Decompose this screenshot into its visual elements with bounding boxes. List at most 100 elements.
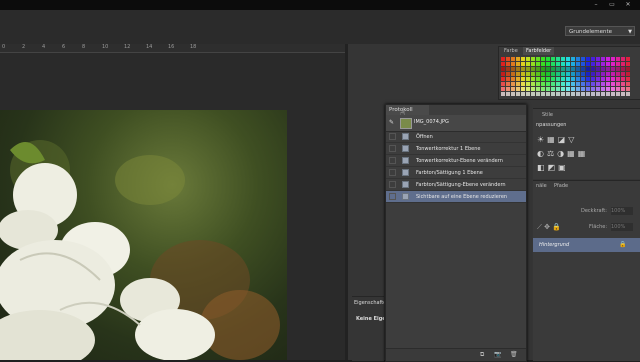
swatch[interactable] <box>541 67 545 71</box>
swatch[interactable] <box>501 82 505 86</box>
swatch[interactable] <box>541 77 545 81</box>
swatch[interactable] <box>566 77 570 81</box>
swatch[interactable] <box>511 72 515 76</box>
swatch[interactable] <box>511 77 515 81</box>
swatch[interactable] <box>546 62 550 66</box>
swatch[interactable] <box>506 62 510 66</box>
swatch[interactable] <box>516 67 520 71</box>
swatch[interactable] <box>576 72 580 76</box>
swatch[interactable] <box>596 77 600 81</box>
swatch[interactable] <box>591 82 595 86</box>
swatch[interactable] <box>571 72 575 76</box>
swatch[interactable] <box>606 62 610 66</box>
swatch[interactable] <box>541 62 545 66</box>
swatch[interactable] <box>541 72 545 76</box>
swatch[interactable] <box>601 87 605 91</box>
swatch[interactable] <box>501 77 505 81</box>
swatch[interactable] <box>626 82 630 86</box>
swatch[interactable] <box>586 82 590 86</box>
swatch[interactable] <box>581 77 585 81</box>
swatch[interactable] <box>531 87 535 91</box>
swatch[interactable] <box>611 82 615 86</box>
swatch[interactable] <box>596 82 600 86</box>
swatch[interactable] <box>511 92 515 96</box>
restore-icon[interactable]: ▭ <box>608 2 616 8</box>
swatch[interactable] <box>586 87 590 91</box>
swatch[interactable] <box>526 67 530 71</box>
swatch[interactable] <box>616 57 620 61</box>
swatch[interactable] <box>606 67 610 71</box>
source-checkbox[interactable] <box>389 193 396 200</box>
swatch[interactable] <box>616 77 620 81</box>
swatch[interactable] <box>546 67 550 71</box>
swatch[interactable] <box>626 72 630 76</box>
swatch[interactable] <box>596 87 600 91</box>
swatch[interactable] <box>556 62 560 66</box>
swatch[interactable] <box>581 72 585 76</box>
swatch[interactable] <box>536 82 540 86</box>
swatch[interactable] <box>546 87 550 91</box>
swatch[interactable] <box>576 87 580 91</box>
swatch[interactable] <box>501 67 505 71</box>
swatch[interactable] <box>511 57 515 61</box>
swatch[interactable] <box>586 77 590 81</box>
swatch[interactable] <box>521 87 525 91</box>
swatch[interactable] <box>526 77 530 81</box>
swatch[interactable] <box>551 82 555 86</box>
swatch[interactable] <box>506 92 510 96</box>
swatch[interactable] <box>571 87 575 91</box>
swatch[interactable] <box>556 72 560 76</box>
swatch[interactable] <box>571 62 575 66</box>
swatch[interactable] <box>626 62 630 66</box>
swatch[interactable] <box>556 57 560 61</box>
swatch[interactable] <box>556 92 560 96</box>
swatch[interactable] <box>521 92 525 96</box>
swatch[interactable] <box>591 72 595 76</box>
swatch[interactable] <box>521 77 525 81</box>
swatch[interactable] <box>566 67 570 71</box>
swatch[interactable] <box>571 67 575 71</box>
swatch[interactable] <box>541 57 545 61</box>
swatch[interactable] <box>581 67 585 71</box>
swatch[interactable] <box>586 72 590 76</box>
swatch[interactable] <box>606 77 610 81</box>
swatch[interactable] <box>506 77 510 81</box>
swatch[interactable] <box>616 72 620 76</box>
swatch[interactable] <box>591 87 595 91</box>
tab-styles[interactable]: Stile <box>539 111 556 119</box>
swatch[interactable] <box>621 82 625 86</box>
swatch[interactable] <box>526 62 530 66</box>
swatch[interactable] <box>516 82 520 86</box>
swatch[interactable] <box>546 82 550 86</box>
adjustment-icons-row-2[interactable]: ◐⚖◑▦▦ <box>537 149 588 158</box>
swatch[interactable] <box>526 92 530 96</box>
swatch[interactable] <box>531 62 535 66</box>
swatch[interactable] <box>606 87 610 91</box>
swatch[interactable] <box>521 57 525 61</box>
history-step-active[interactable]: Sichtbare auf eine Ebene reduzieren <box>386 191 526 203</box>
swatch[interactable] <box>581 82 585 86</box>
swatch[interactable] <box>531 57 535 61</box>
swatch[interactable] <box>516 57 520 61</box>
swatch[interactable] <box>506 67 510 71</box>
swatch[interactable] <box>586 62 590 66</box>
swatch[interactable] <box>586 57 590 61</box>
swatch[interactable] <box>606 72 610 76</box>
swatch[interactable] <box>501 62 505 66</box>
swatch[interactable] <box>551 77 555 81</box>
swatch[interactable] <box>561 77 565 81</box>
layer-row[interactable]: Hintergrund 🔒 <box>533 238 640 252</box>
history-step[interactable]: Öffnen <box>386 131 526 143</box>
swatch[interactable] <box>506 57 510 61</box>
swatch[interactable] <box>516 72 520 76</box>
swatch[interactable] <box>576 67 580 71</box>
history-step[interactable]: Tonwertkorrektur 1 Ebene <box>386 143 526 155</box>
swatch[interactable] <box>596 72 600 76</box>
history-panel[interactable]: Protokoll ☝ ✎ IMG_0074.JPG Öffnen Tonwer… <box>385 104 527 362</box>
swatch[interactable] <box>566 62 570 66</box>
swatch[interactable] <box>561 62 565 66</box>
tab-paths[interactable]: Pfade <box>551 182 571 190</box>
swatch[interactable] <box>576 82 580 86</box>
swatch[interactable] <box>546 57 550 61</box>
swatch[interactable] <box>506 87 510 91</box>
